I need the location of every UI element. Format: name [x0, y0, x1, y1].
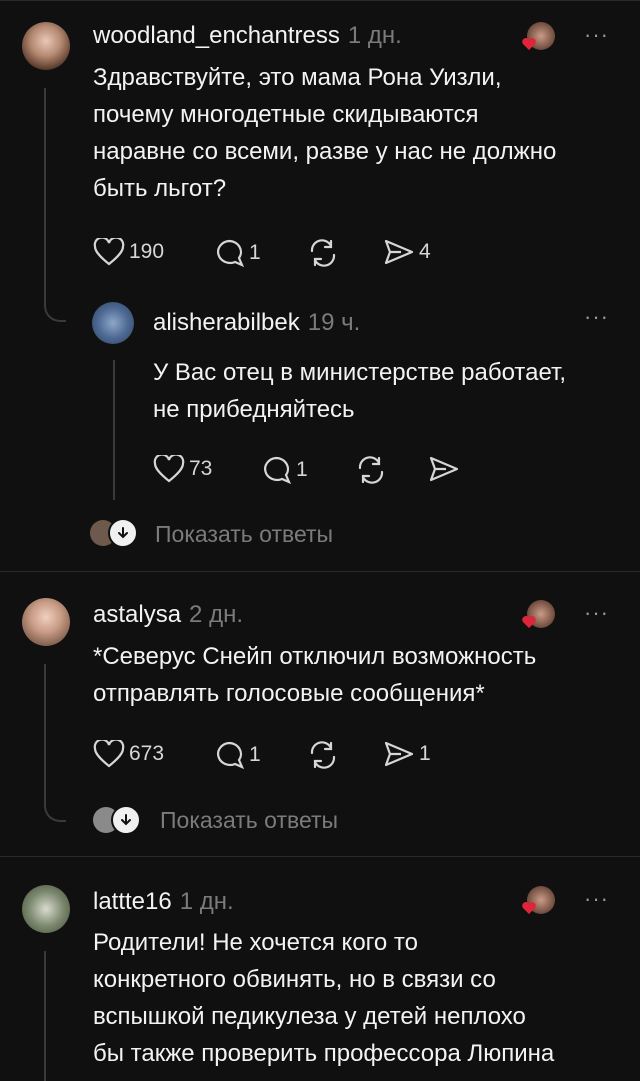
share-button[interactable]: 4	[383, 238, 431, 266]
like-count: 73	[189, 457, 213, 480]
like-count: 190	[129, 240, 165, 263]
show-replies-link[interactable]: Показать ответы	[155, 521, 333, 548]
comment-time: 1 дн.	[347, 22, 402, 49]
share-icon	[384, 741, 414, 767]
share-icon	[429, 456, 459, 482]
repost-icon	[310, 741, 336, 769]
comment-button[interactable]: 1	[213, 238, 261, 268]
username-text[interactable]: woodland_enchantress	[93, 22, 340, 49]
comment-username[interactable]: astalysa 2 дн.	[93, 601, 243, 629]
thread-line	[113, 360, 115, 500]
avatar[interactable]	[92, 302, 134, 344]
comment-text-line: вспышкой педикулеза у детей неплохо	[93, 1003, 526, 1030]
reply-text-line: У Вас отец в министерстве работает,	[153, 359, 567, 386]
expand-replies-icon[interactable]	[108, 518, 138, 548]
reply-avatars[interactable]	[90, 518, 138, 548]
comment-text-line: быть льгот?	[93, 175, 227, 202]
thread-curve	[44, 290, 66, 322]
repost-icon	[358, 456, 384, 484]
comment-username[interactable]: woodland_enchantress 1 дн.	[93, 22, 402, 50]
heart-icon	[93, 238, 125, 266]
avatar[interactable]	[22, 885, 70, 933]
thread-line	[44, 664, 46, 794]
reply-time: 19 ч.	[307, 309, 361, 336]
show-replies-link[interactable]: Показать ответы	[160, 807, 338, 834]
liked-by-author-icon	[521, 600, 555, 634]
comment-text-line: *Северус Снейп отключил возможность	[93, 643, 537, 670]
like-button[interactable]: 73	[153, 455, 212, 483]
username-text[interactable]: astalysa	[93, 601, 181, 628]
liked-by-author-icon	[521, 22, 555, 56]
comment-time: 2 дн.	[189, 601, 243, 628]
like-count: 673	[129, 742, 165, 765]
more-icon[interactable]: ···	[584, 600, 609, 626]
comment-icon	[264, 456, 292, 485]
repost-button[interactable]	[307, 238, 339, 268]
comment-time: 1 дн.	[179, 888, 234, 915]
liked-by-author-icon	[521, 886, 555, 920]
repost-button[interactable]	[355, 455, 387, 485]
share-count: 1	[419, 742, 431, 765]
comment-button[interactable]: 1	[213, 740, 261, 770]
reply-count: 1	[249, 241, 261, 264]
comment-text: Здравствуйте, это мама Рона Уизли, почем…	[93, 59, 623, 207]
reply-username[interactable]: alisherabilbek 19 ч.	[153, 309, 360, 337]
repost-icon	[310, 239, 336, 267]
avatar[interactable]	[22, 22, 70, 70]
share-count: 4	[419, 240, 431, 263]
comment-username[interactable]: lattte16 1 дн.	[93, 888, 234, 916]
username-text[interactable]: alisherabilbek	[153, 309, 300, 336]
reply-avatars[interactable]	[93, 805, 141, 835]
heart-icon	[153, 455, 185, 483]
thread-line	[44, 951, 46, 1081]
comment-text-line: Здравствуйте, это мама Рона Уизли,	[93, 64, 502, 91]
reply-count: 1	[296, 458, 308, 481]
username-text[interactable]: lattte16	[93, 888, 172, 915]
comment-divider	[0, 856, 640, 857]
comment-text: Родители! Не хочется кого то конкретного…	[93, 924, 633, 1072]
comment-button[interactable]: 1	[260, 455, 308, 485]
top-divider	[0, 0, 640, 1]
share-button[interactable]: 1	[383, 740, 431, 768]
comment-text-line: почему многодетные скидываются	[93, 101, 479, 128]
comment-text-line: Родители! Не хочется кого то	[93, 929, 418, 956]
repost-button[interactable]	[307, 740, 339, 770]
expand-replies-icon[interactable]	[111, 805, 141, 835]
comment-divider	[0, 571, 640, 572]
more-icon[interactable]: ···	[584, 304, 609, 330]
comment-text-line: бы также проверить профессора Люпина	[93, 1040, 555, 1067]
share-icon	[384, 239, 414, 265]
thread-curve	[44, 790, 66, 822]
reply-count: 1	[249, 743, 261, 766]
reply-text: У Вас отец в министерстве работает, не п…	[153, 354, 623, 428]
like-button[interactable]: 190	[93, 238, 164, 266]
share-button[interactable]	[428, 455, 460, 483]
comment-text-line: наравне со всеми, разве у нас не должно	[93, 138, 557, 165]
comment-text-line: конкретного обвинять, но в связи со	[93, 966, 496, 993]
comment-icon	[217, 741, 245, 770]
like-button[interactable]: 673	[93, 740, 164, 768]
reply-text-line: не прибедняйтесь	[153, 396, 355, 423]
more-icon[interactable]: ···	[584, 22, 609, 48]
avatar[interactable]	[22, 598, 70, 646]
thread-line	[44, 88, 46, 298]
comment-icon	[217, 239, 245, 268]
comment-text-line: отправлять голосовые сообщения*	[93, 680, 485, 707]
comment-text: *Северус Снейп отключил возможность отпр…	[93, 638, 623, 712]
heart-icon	[93, 740, 125, 768]
more-icon[interactable]: ···	[584, 886, 609, 912]
